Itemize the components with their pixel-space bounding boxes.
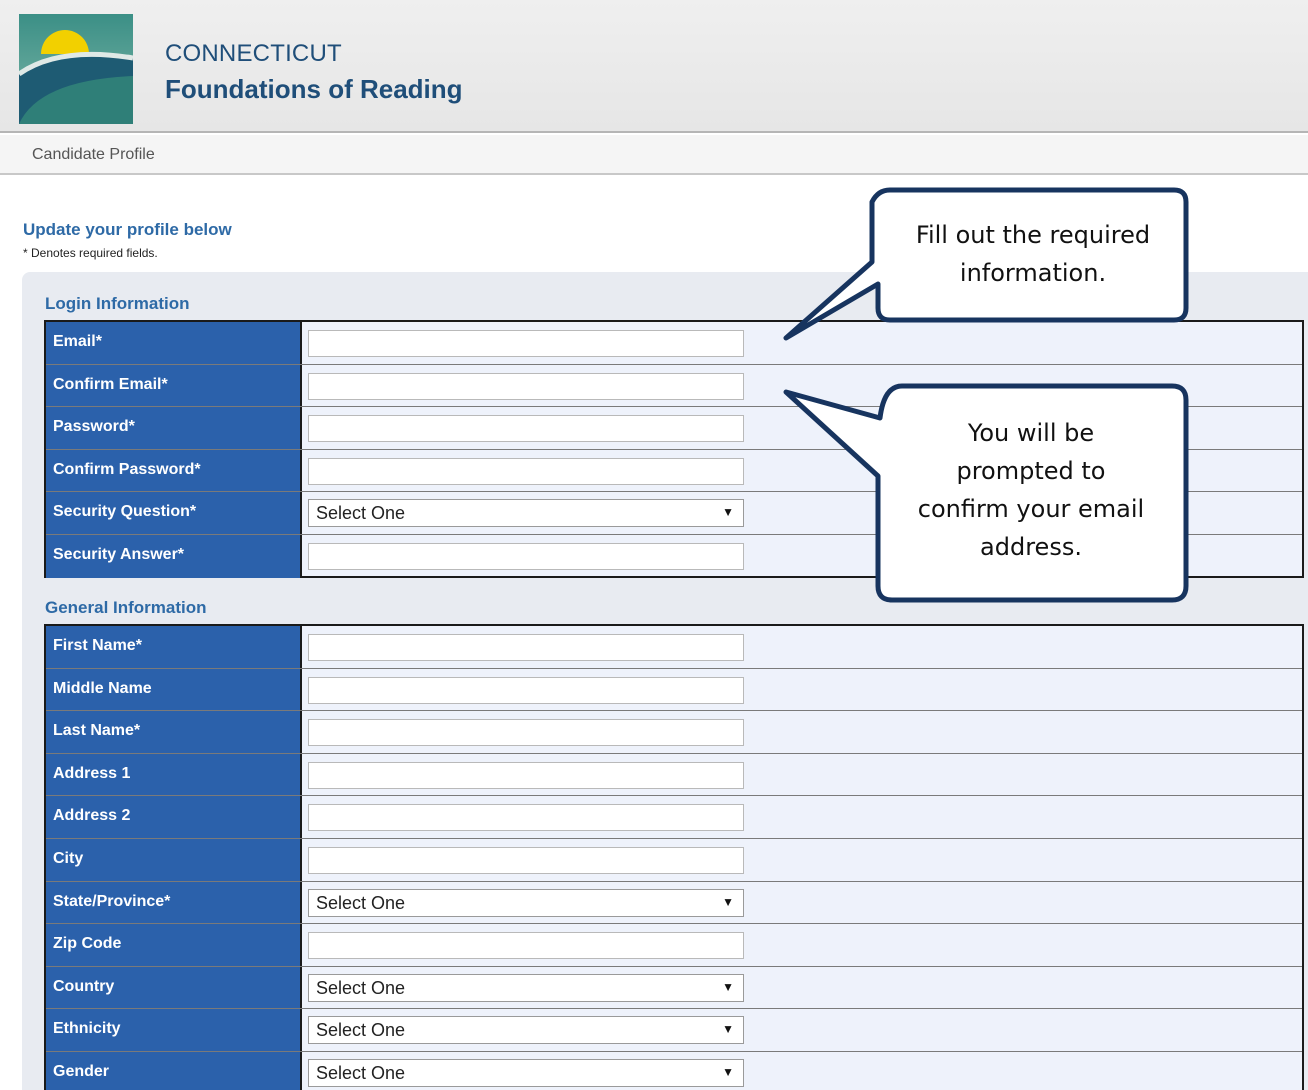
form-row-last-name: Last Name* [46,711,1302,754]
breadcrumb: Candidate Profile [32,146,155,163]
form-row-zip-code: Zip Code [46,924,1302,967]
ethnicity-select[interactable]: Select One ▼ [308,1016,744,1045]
dropdown-arrow-icon: ▼ [722,894,734,909]
gender-selected-value: Select One [316,1062,406,1083]
state-province-selected-value: Select One [316,892,406,913]
sunrise-logo-icon [19,14,133,124]
required-fields-note: * Denotes required fields. [23,246,158,260]
gender-select[interactable]: Select One ▼ [308,1058,744,1087]
last-name-input[interactable] [308,719,744,747]
zip-code-input[interactable] [308,932,744,960]
field-label-gender: Gender [46,1051,302,1090]
field-label-city: City [46,838,302,881]
field-label-address-1: Address 1 [46,753,302,796]
field-label-last-name: Last Name* [46,711,302,753]
field-label-state-province: State/Province* [46,881,302,924]
callout-confirm-email: You will be prompted to confirm your ema… [780,380,1192,606]
form-row-address-1: Address 1 [46,753,1302,797]
address-2-input[interactable] [308,804,744,832]
form-title: Update your profile below [23,220,232,239]
confirm-email-input[interactable] [308,372,744,400]
dropdown-arrow-icon: ▼ [722,1064,734,1079]
callout-required-text: Fill out the required information. [915,221,1151,287]
form-row-gender: Gender Select One ▼ [46,1051,1302,1090]
city-input[interactable] [308,846,744,874]
section-title-general: General Information [45,598,207,617]
field-label-security-answer: Security Answer* [46,534,302,578]
email-input[interactable] [308,330,744,357]
callout-required-info: Fill out the required information. [780,184,1192,344]
field-label-security-question: Security Question* [46,492,302,534]
breadcrumb-bar: Candidate Profile [0,135,1308,175]
section-title-login: Login Information [45,294,190,313]
dropdown-arrow-icon: ▼ [722,505,734,520]
middle-name-input[interactable] [308,676,744,704]
dropdown-arrow-icon: ▼ [722,979,734,994]
first-name-input[interactable] [308,634,744,661]
ethnicity-selected-value: Select One [316,1020,406,1041]
country-select[interactable]: Select One ▼ [308,973,744,1002]
password-input[interactable] [308,415,744,443]
field-label-confirm-password: Confirm Password* [46,449,302,492]
field-label-address-2: Address 2 [46,796,302,838]
brand-title-program: Foundations of Reading [165,74,463,104]
security-question-selected-value: Select One [316,503,406,524]
address-1-input[interactable] [308,761,744,789]
callout-confirm-email-text: You will be prompted to confirm your ema… [917,419,1145,561]
security-answer-input[interactable] [308,542,744,570]
field-label-first-name: First Name* [46,626,302,668]
confirm-password-input[interactable] [308,457,744,485]
brand-title-state: CONNECTICUT [165,40,342,67]
form-row-state-province: State/Province* Select One ▼ [46,881,1302,925]
form-row-first-name: First Name* [46,626,1302,669]
form-row-city: City [46,838,1302,882]
field-label-confirm-email: Confirm Email* [46,364,302,407]
general-info-table: First Name* Middle Name Last Name* Address … [44,624,1304,1090]
field-label-country: Country [46,966,302,1009]
field-label-password: Password* [46,407,302,449]
field-label-zip-code: Zip Code [46,924,302,966]
form-row-country: Country Select One ▼ [46,966,1302,1010]
form-row-middle-name: Middle Name [46,668,1302,712]
field-label-ethnicity: Ethnicity [46,1009,302,1051]
country-selected-value: Select One [316,977,406,998]
form-row-ethnicity: Ethnicity Select One ▼ [46,1009,1302,1052]
site-header: CONNECTICUT Foundations of Reading [0,0,1308,133]
security-question-select[interactable]: Select One ▼ [308,499,744,528]
field-label-email: Email* [46,322,302,364]
dropdown-arrow-icon: ▼ [722,1022,734,1037]
form-row-address-2: Address 2 [46,796,1302,839]
field-label-middle-name: Middle Name [46,668,302,711]
state-province-select[interactable]: Select One ▼ [308,888,744,917]
